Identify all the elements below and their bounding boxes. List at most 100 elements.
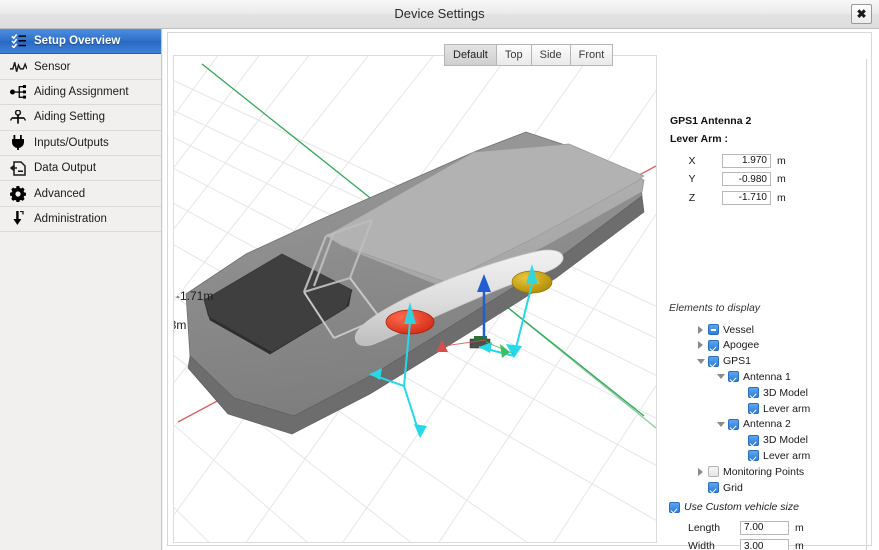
sidebar-item-administration[interactable]: Administration [0, 206, 161, 233]
sidebar-item-label: Setup Overview [34, 35, 121, 48]
tree-checkbox[interactable] [708, 482, 719, 493]
chevron-right-icon[interactable] [695, 324, 706, 335]
lever-arm-input-y[interactable] [722, 172, 771, 186]
sidebar-item-sensor[interactable]: Sensor [0, 54, 161, 80]
use-custom-vehicle-size-checkbox[interactable] [669, 501, 680, 513]
view-tab-bar: Default Top Side Front [444, 44, 614, 66]
tree-item-3d-model[interactable]: 3D Model [735, 385, 808, 400]
tree-checkbox[interactable] [708, 339, 719, 351]
tree-item-gps1[interactable]: GPS1 [695, 354, 751, 369]
list-check-icon [8, 32, 28, 50]
plug-icon [8, 134, 28, 152]
lever-arm-unit: m [777, 191, 786, 204]
vehicle-size-label-width: Width [688, 540, 715, 550]
tree-item-label: Vessel [723, 323, 754, 336]
title-bar: Device Settings ✖ [0, 0, 879, 29]
tree-item-lever-arm[interactable]: Lever arm [735, 401, 810, 416]
tree-checkbox[interactable] [708, 324, 719, 335]
chevron-down-icon[interactable] [715, 419, 726, 430]
properties-panel: GPS1 Antenna 2 Lever Arm : XmYmZm Elemen… [662, 55, 867, 550]
tree-item-monitoring-points[interactable]: Monitoring Points [695, 464, 804, 479]
content-panel: Default Top Side Front -1.71m m GPS1 Ant… [167, 32, 872, 550]
sidebar-item-aiding-setting[interactable]: Aiding Setting [0, 105, 161, 131]
tree-item-label: Lever arm [763, 449, 811, 462]
tree-checkbox[interactable] [708, 466, 719, 478]
chevron-right-icon[interactable] [695, 340, 706, 351]
node-tree-icon [8, 83, 28, 101]
sidebar-nav: Setup Overview Sensor Aiding Assignment Aid… [0, 29, 162, 550]
lever-arm-input-x[interactable] [722, 153, 771, 168]
tree-item-label: Apogee [723, 339, 760, 352]
tree-item-antenna-1[interactable]: Antenna 1 [715, 369, 791, 384]
vehicle-size-label-length: Length [688, 521, 721, 534]
view-tab-side[interactable]: Side [531, 44, 571, 66]
lever-arm-row-y: Ym [662, 171, 867, 188]
chevron-down-icon[interactable] [695, 356, 706, 367]
sidebar-item-setup-overview[interactable]: Setup Overview [0, 29, 161, 55]
sidebar-item-label: Data Output [34, 162, 97, 175]
vehicle-size-row-length: Length m [662, 519, 867, 536]
use-custom-vehicle-size-row[interactable]: Use Custom vehicle size [669, 501, 799, 513]
vehicle-size-unit: m [795, 521, 804, 534]
tree-item-label: 3D Model [763, 434, 808, 447]
tree-checkbox[interactable] [748, 450, 759, 462]
tree-item-lever-arm[interactable]: Lever arm [735, 448, 810, 463]
lever-arm-axis-label-x: X [688, 154, 696, 167]
vehicle-size-input-length[interactable] [740, 520, 789, 535]
tree-item-label: Lever arm [763, 402, 811, 415]
chevron-down-icon[interactable] [715, 371, 726, 382]
lever-arm-unit: m [777, 173, 786, 185]
properties-title: GPS1 Antenna 2 [670, 115, 752, 127]
view-tab-default[interactable]: Default [444, 44, 497, 66]
lever-arm-axis-label-y: Y [688, 173, 696, 185]
lever-arm-input-z[interactable] [722, 190, 771, 205]
close-icon[interactable]: ✖ [851, 4, 872, 24]
sidebar-item-data-output[interactable]: Data Output [0, 155, 161, 182]
chevron-right-icon[interactable] [695, 466, 706, 477]
vehicle-size-unit: m [795, 540, 804, 550]
tree-item-vessel[interactable]: Vessel [695, 322, 754, 337]
elements-to-display-label: Elements to display [669, 302, 761, 314]
sidebar-item-label: Aiding Setting [34, 111, 105, 124]
tree-item-label: GPS1 [723, 355, 752, 368]
tree-checkbox[interactable] [708, 355, 719, 367]
tree-item-grid[interactable]: Grid [695, 480, 743, 495]
window-title: Device Settings [394, 6, 485, 21]
tree-item-3d-model[interactable]: 3D Model [735, 433, 808, 448]
sidebar-item-label: Aiding Assignment [34, 85, 129, 98]
vehicle-size-input-width[interactable] [740, 539, 789, 550]
tree-item-label: Grid [723, 481, 743, 494]
tree-checkbox[interactable] [728, 371, 739, 383]
3d-viewport[interactable]: 1.97m-1.71m-0.98m-1.71m-0.98m [173, 55, 657, 543]
vehicle-size-row-width: Width m [662, 538, 867, 550]
tree-checkbox[interactable] [748, 387, 759, 399]
sidebar-item-advanced[interactable]: Advanced [0, 181, 161, 207]
document-export-icon [8, 159, 28, 177]
panel-divider [866, 59, 867, 550]
sidebar-item-label: Administration [34, 212, 107, 225]
tree-item-label: 3D Model [763, 386, 808, 399]
sidebar-item-inputs-outputs[interactable]: Inputs/Outputs [0, 130, 161, 156]
sidebar-item-aiding-assignment[interactable]: Aiding Assignment [0, 79, 161, 106]
tree-item-label: Monitoring Points [723, 465, 805, 478]
tree-item-label: Antenna 1 [743, 370, 791, 383]
tree-checkbox[interactable] [748, 403, 759, 414]
gear-icon [8, 185, 28, 203]
device-settings-window: Device Settings ✖ Setup Overview Sensor Ai… [0, 0, 879, 550]
tree-item-antenna-2[interactable]: Antenna 2 [715, 417, 791, 432]
sidebar-item-label: Inputs/Outputs [34, 136, 109, 149]
view-tab-top[interactable]: Top [496, 44, 532, 66]
download-arrow-icon [8, 210, 28, 228]
lever-arm-unit: m [777, 154, 786, 167]
tree-checkbox[interactable] [748, 434, 759, 446]
lever-arm-row-z: Zm [662, 189, 867, 206]
tree-checkbox[interactable] [728, 418, 739, 430]
tree-item-apogee[interactable]: Apogee [695, 338, 759, 353]
waveform-icon [8, 58, 28, 76]
lever-arm-axis-label-z: Z [688, 191, 696, 204]
view-tab-front[interactable]: Front [570, 44, 614, 66]
lever-arm-row-x: Xm [662, 152, 867, 169]
tree-item-label: Antenna 2 [743, 418, 791, 431]
lever-arm-label: Lever Arm : [670, 133, 728, 145]
sidebar-item-label: Advanced [34, 187, 86, 200]
